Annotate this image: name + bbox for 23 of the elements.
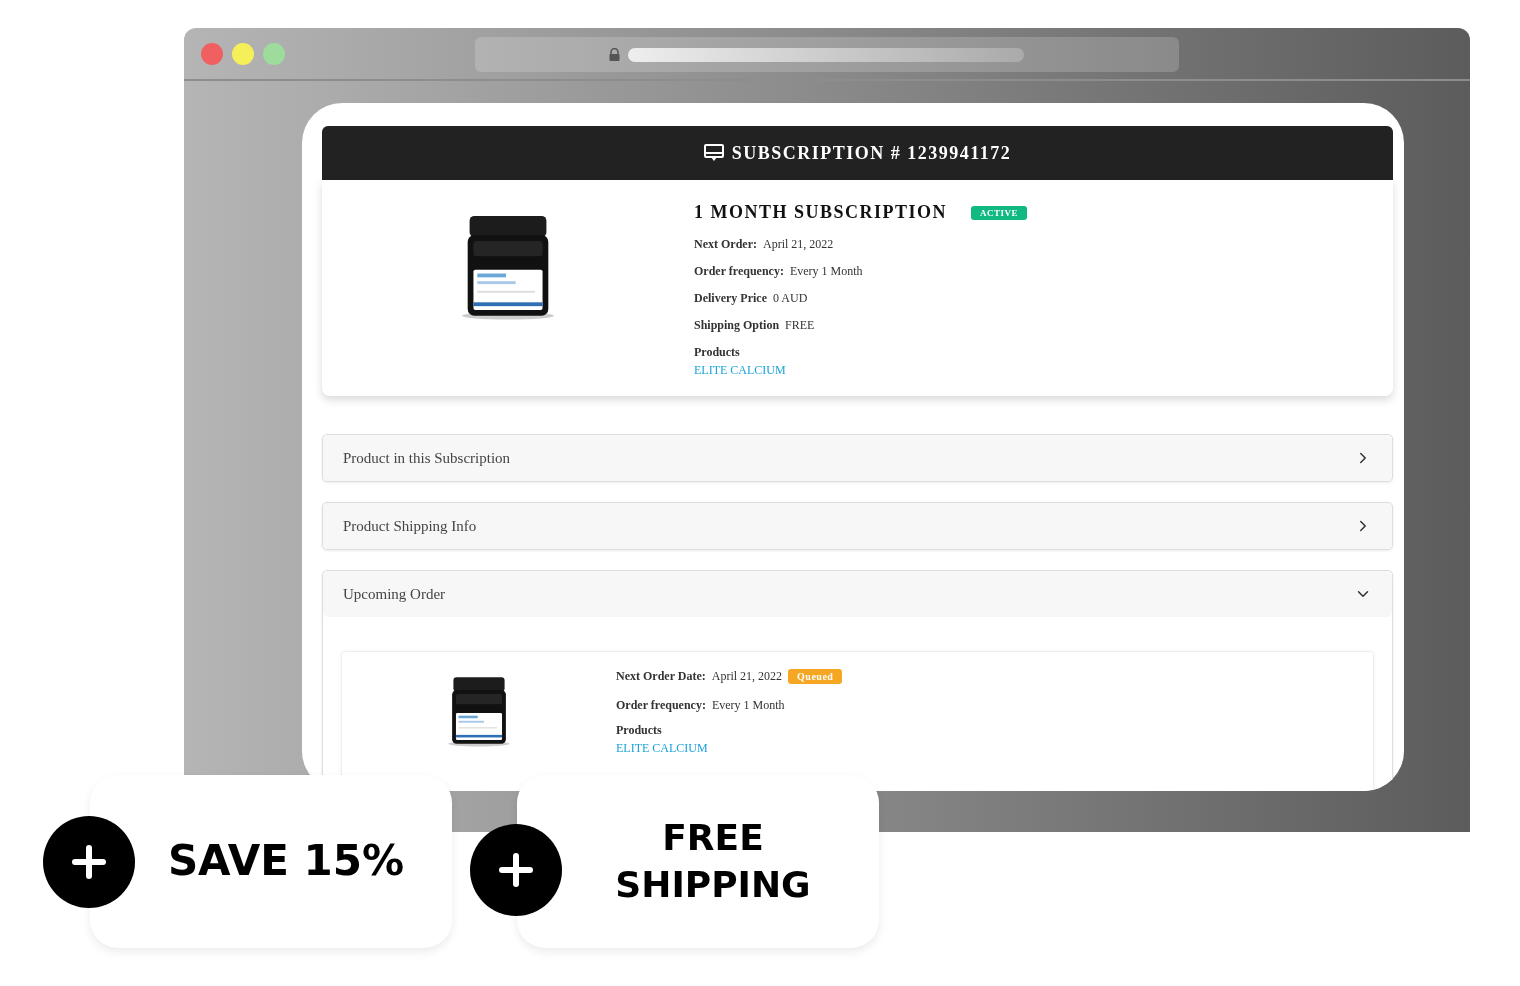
status-badge: Queued [788,669,843,684]
detail-line: Shipping Option FREE [694,318,816,333]
status-badge: ACTIVE [971,205,1028,220]
lock-icon [609,48,620,61]
detail-line: Delivery Price 0 AUD [694,291,809,306]
minimize-button[interactable] [232,42,254,65]
products-label: Products [694,345,741,360]
accordion-header[interactable]: Product Shipping Info [323,503,1392,549]
detail-line: Next Order: April 21, 2022 [694,237,835,252]
detail-line: Next Order Date: April 21, 2022 Queued [616,669,843,684]
accordion-header[interactable]: Product in this Subscription [323,435,1392,481]
plan-title: 1 MONTH SUBSCRIPTION [694,202,948,223]
monitor-icon [703,143,724,163]
maximize-button[interactable] [263,42,285,65]
products-label: Products [616,723,663,738]
subscription-title: SUBSCRIPTION # 1239941172 [731,142,1012,164]
detail-line: Order frequency: Every 1 Month [616,698,786,713]
promo-text: SAVE 15% [167,835,405,888]
accordion-header[interactable]: Upcoming Order [323,571,1392,617]
promo-text: FREE SHIPPING [614,815,812,907]
detail-line: Order frequency: Every 1 Month [694,264,864,279]
close-button[interactable] [201,42,223,65]
address-bar[interactable] [475,37,1179,72]
